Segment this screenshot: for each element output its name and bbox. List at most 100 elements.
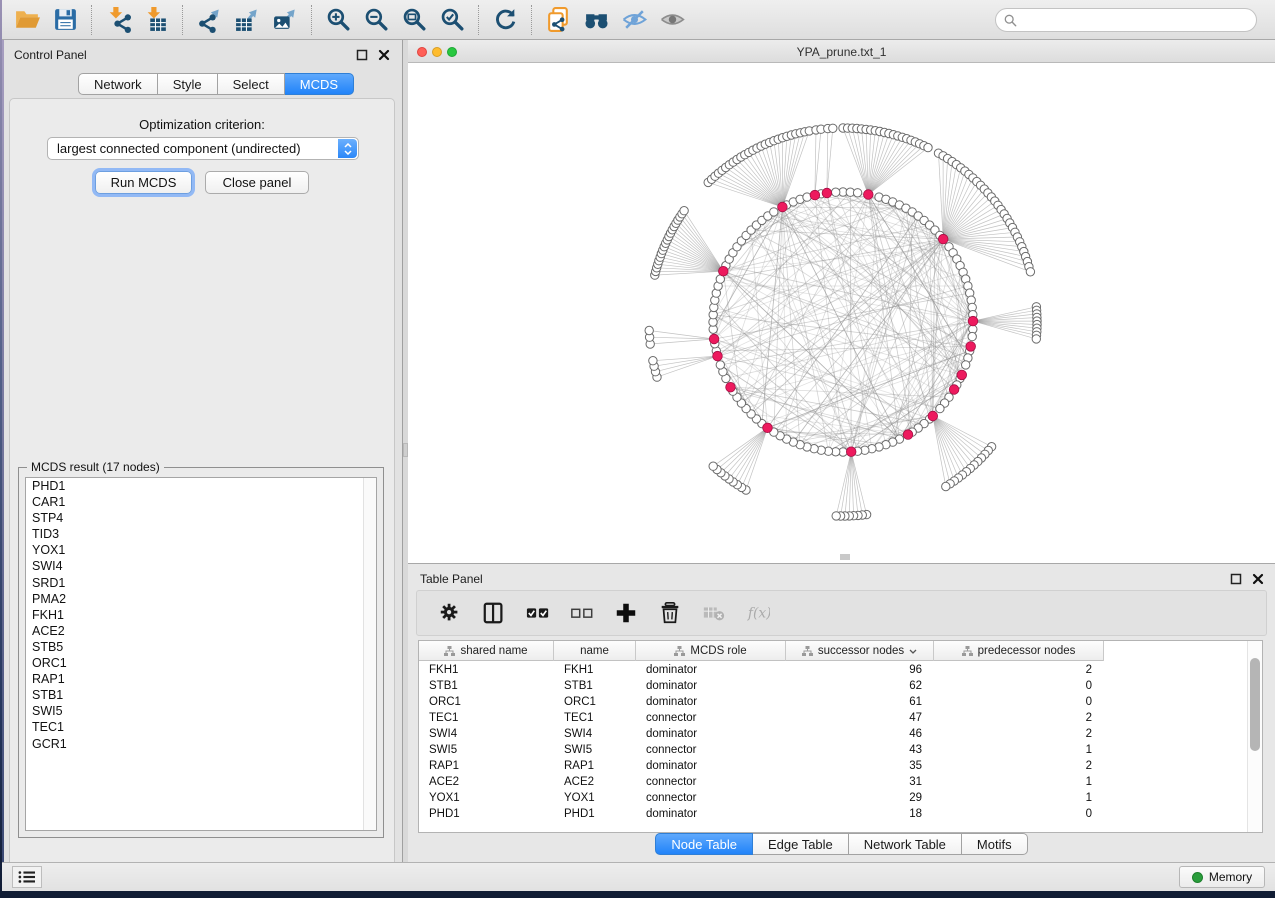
deselect-all-rows-button[interactable] xyxy=(567,597,597,629)
table-vscrollbar[interactable] xyxy=(1247,641,1262,832)
run-mcds-button[interactable]: Run MCDS xyxy=(95,171,192,194)
mcds-result-item[interactable]: TID3 xyxy=(26,526,376,542)
column-label: MCDS role xyxy=(690,645,746,657)
export-image-button[interactable] xyxy=(266,4,304,36)
cell-predecessor_nodes: 1 xyxy=(934,742,1104,758)
settings-gear-button[interactable] xyxy=(435,597,465,629)
table-row[interactable]: SWI5SWI5connector431 xyxy=(419,742,1247,758)
column-header-name[interactable]: name xyxy=(554,641,636,661)
table-toolbar: f(x) xyxy=(416,590,1267,636)
zoom-out-button[interactable] xyxy=(357,4,395,36)
tab-network-table[interactable]: Network Table xyxy=(849,833,962,855)
cell-mcds_role: connector xyxy=(636,710,786,726)
search-box[interactable] xyxy=(995,8,1257,32)
select-all-rows-button[interactable] xyxy=(523,597,553,629)
mcds-result-item[interactable]: RAP1 xyxy=(26,671,376,687)
table-row[interactable]: YOX1YOX1connector291 xyxy=(419,790,1247,806)
column-header-shared-name[interactable]: shared name xyxy=(419,641,554,661)
mcds-result-item[interactable]: SWI4 xyxy=(26,558,376,574)
mcds-result-item[interactable]: STB5 xyxy=(26,639,376,655)
mcds-result-item[interactable]: ORC1 xyxy=(26,655,376,671)
column-label: predecessor nodes xyxy=(978,645,1076,657)
mcds-result-item[interactable]: CAR1 xyxy=(26,494,376,510)
function-builder-icon: f(x) xyxy=(746,601,770,625)
table-vscroll-thumb[interactable] xyxy=(1250,658,1260,751)
column-header-MCDS-role[interactable]: MCDS role xyxy=(636,641,786,661)
table-row[interactable]: RAP1RAP1dominator352 xyxy=(419,758,1247,774)
zoom-selected-button[interactable] xyxy=(433,4,471,36)
close-icon[interactable] xyxy=(1252,573,1264,585)
mcds-result-item[interactable]: TEC1 xyxy=(26,719,376,735)
table-row[interactable]: TEC1TEC1connector472 xyxy=(419,710,1247,726)
table-header-row: shared namename MCDS role successor nodes p… xyxy=(419,641,1104,661)
mcds-result-item[interactable]: SRD1 xyxy=(26,575,376,591)
network-view-titlebar[interactable]: YPA_prune.txt_1 xyxy=(408,40,1275,63)
tab-edge-table[interactable]: Edge Table xyxy=(753,833,849,855)
cell-predecessor_nodes: 0 xyxy=(934,678,1104,694)
cell-shared_name: STB1 xyxy=(419,678,554,694)
close-panel-button[interactable]: Close panel xyxy=(205,171,309,194)
show-all-icon xyxy=(659,6,686,33)
criterion-select[interactable]: largest connected component (undirected) xyxy=(47,137,359,160)
zoom-fit-button[interactable] xyxy=(395,4,433,36)
memory-button[interactable]: Memory xyxy=(1179,866,1265,888)
tab-style[interactable]: Style xyxy=(158,73,218,95)
shared-column-icon xyxy=(802,646,813,656)
network-graph[interactable] xyxy=(408,63,1275,563)
cell-shared_name: FKH1 xyxy=(419,662,554,678)
import-table-button[interactable] xyxy=(137,4,175,36)
search-input[interactable] xyxy=(1022,13,1248,27)
table-row[interactable]: FKH1FKH1dominator962 xyxy=(419,662,1247,678)
refresh-layout-button[interactable] xyxy=(486,4,524,36)
column-chooser-button[interactable] xyxy=(479,597,509,629)
table-row[interactable]: ACE2ACE2connector311 xyxy=(419,774,1247,790)
export-network-button[interactable] xyxy=(190,4,228,36)
show-all-button[interactable] xyxy=(653,4,691,36)
tab-node-table[interactable]: Node Table xyxy=(655,833,753,855)
float-window-icon[interactable] xyxy=(356,49,368,61)
mcds-result-list[interactable]: PHD1CAR1STP4TID3YOX1SWI4SRD1PMA2FKH1ACE2… xyxy=(25,477,377,831)
table-row[interactable]: STB1STB1dominator620 xyxy=(419,678,1247,694)
delete-column-button[interactable] xyxy=(655,597,685,629)
cell-successor_nodes: 29 xyxy=(786,790,934,806)
mcds-result-item[interactable]: STB1 xyxy=(26,687,376,703)
float-window-icon[interactable] xyxy=(1230,573,1242,585)
export-table-button[interactable] xyxy=(228,4,266,36)
mcds-result-item[interactable]: FKH1 xyxy=(26,607,376,623)
mcds-list-scrollbar[interactable] xyxy=(363,478,376,830)
mcds-result-item[interactable]: YOX1 xyxy=(26,542,376,558)
zoom-in-button[interactable] xyxy=(319,4,357,36)
network-canvas[interactable] xyxy=(408,63,1275,563)
find-button[interactable] xyxy=(577,4,615,36)
tab-motifs[interactable]: Motifs xyxy=(962,833,1028,855)
close-icon[interactable] xyxy=(378,49,390,61)
tab-mcds[interactable]: MCDS xyxy=(285,73,354,95)
cell-successor_nodes: 18 xyxy=(786,806,934,822)
mcds-result-item[interactable]: PHD1 xyxy=(26,478,376,494)
mcds-result-item[interactable]: STP4 xyxy=(26,510,376,526)
clone-network-button[interactable] xyxy=(539,4,577,36)
add-column-button[interactable] xyxy=(611,597,641,629)
table-panel-title: Table Panel xyxy=(420,572,483,586)
open-session-button[interactable] xyxy=(8,4,46,36)
mcds-result-item[interactable]: GCR1 xyxy=(26,736,376,752)
hide-selected-button[interactable] xyxy=(615,4,653,36)
import-network-button[interactable] xyxy=(99,4,137,36)
mcds-result-item[interactable]: SWI5 xyxy=(26,703,376,719)
cell-name: YOX1 xyxy=(554,790,636,806)
cell-successor_nodes: 35 xyxy=(786,758,934,774)
mcds-tab-panel: Optimization criterion: largest connecte… xyxy=(9,98,395,887)
table-row[interactable]: ORC1ORC1dominator610 xyxy=(419,694,1247,710)
mcds-result-item[interactable]: ACE2 xyxy=(26,623,376,639)
column-header-predecessor-nodes[interactable]: predecessor nodes xyxy=(934,641,1104,661)
task-history-button[interactable] xyxy=(12,866,42,888)
mcds-result-item[interactable]: PMA2 xyxy=(26,591,376,607)
table-row[interactable]: PHD1PHD1dominator180 xyxy=(419,806,1247,822)
tab-select[interactable]: Select xyxy=(218,73,285,95)
table-row[interactable]: SWI4SWI4dominator462 xyxy=(419,726,1247,742)
tab-network[interactable]: Network xyxy=(78,73,158,95)
save-session-button[interactable] xyxy=(46,4,84,36)
network-hscroll-thumb[interactable] xyxy=(840,554,850,560)
criterion-selected-value: largest connected component (undirected) xyxy=(57,141,301,156)
column-header-successor-nodes[interactable]: successor nodes xyxy=(786,641,934,661)
